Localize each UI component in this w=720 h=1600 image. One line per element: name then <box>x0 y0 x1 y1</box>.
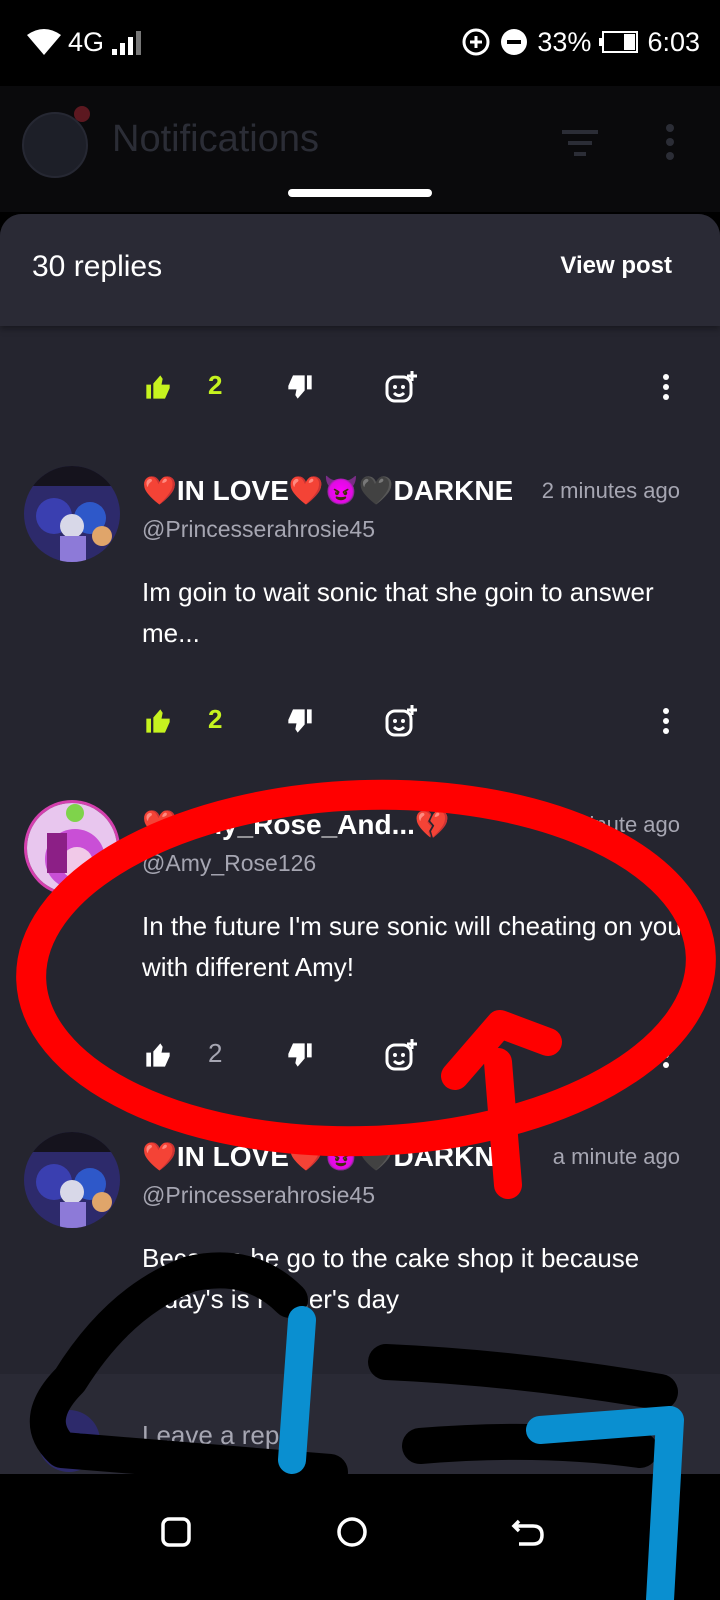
reply-input[interactable] <box>142 1410 562 1460</box>
dnd-icon <box>501 29 528 55</box>
comment-actions: 2 <box>0 362 720 412</box>
like-count: 2 <box>208 704 223 734</box>
react-button[interactable] <box>384 696 418 746</box>
status-right: 33% 6:03 <box>461 24 700 60</box>
back-icon <box>511 1519 544 1546</box>
thumbs-up-icon <box>146 709 170 733</box>
like-count: 2 <box>208 370 223 400</box>
replies-count: 30 replies <box>32 250 163 283</box>
comment-author[interactable]: ❤️Amy_Rose_And...💔 <box>142 804 512 844</box>
thumbs-down-icon <box>288 1043 312 1067</box>
recents-icon <box>161 1517 191 1547</box>
data-saver-icon <box>462 28 490 56</box>
like-button[interactable] <box>144 696 172 746</box>
comment-time: 2 minutes ago <box>541 478 680 503</box>
react-button[interactable] <box>384 1030 418 1080</box>
replies-sheet: 30 replies View post 2 ❤️IN LOVE❤️😈🖤DARK… <box>0 214 720 1504</box>
more-vertical-icon <box>663 708 669 734</box>
comment-time: a minute ago <box>552 812 680 837</box>
avatar[interactable] <box>24 1132 120 1228</box>
avatar <box>38 1410 100 1472</box>
clock: 6:03 <box>647 27 700 57</box>
react-button[interactable] <box>384 362 418 412</box>
avatar[interactable] <box>24 466 120 562</box>
comment-handle[interactable]: @Princesserahrosie45 <box>142 1182 375 1209</box>
view-post-button[interactable]: View post <box>560 252 672 280</box>
recents-button[interactable] <box>146 1502 206 1562</box>
comment-actions: 2 <box>0 1030 720 1080</box>
dislike-button[interactable] <box>286 696 314 746</box>
thumbs-up-icon <box>146 1043 170 1067</box>
avatar-image <box>27 803 117 893</box>
comment-author[interactable]: ❤️IN LOVE❤️😈🖤DARKNESS <box>142 470 512 510</box>
network-type: 4G <box>68 27 105 57</box>
comment-text: In the future I'm sure sonic will cheati… <box>142 911 682 982</box>
more-vertical-icon[interactable] <box>664 122 676 162</box>
avatar-image <box>24 466 120 562</box>
notifications-title: Notifications <box>112 118 319 160</box>
status-bar: 4G 33% 6:03 <box>0 0 720 86</box>
thumbs-down-icon <box>288 709 312 733</box>
home-icon <box>337 1517 367 1547</box>
comment-time: a minute ago <box>552 1144 680 1169</box>
thumbs-up-icon <box>146 375 170 399</box>
like-button[interactable] <box>144 362 172 412</box>
add-emoji-icon <box>385 705 417 737</box>
back-button[interactable] <box>498 1502 558 1562</box>
home-button[interactable] <box>322 1502 382 1562</box>
add-emoji-icon <box>385 371 417 403</box>
comment-author[interactable]: ❤️IN LOVE❤️😈🖤DARKNESS <box>142 1136 512 1176</box>
signal-icon <box>112 31 142 55</box>
comment-text: Im goin to wait sonic that she goin to a… <box>142 577 654 648</box>
battery-icon <box>599 31 639 53</box>
comment-actions: 2 <box>0 696 720 746</box>
like-count: 2 <box>208 1038 223 1068</box>
battery-percent: 33% <box>537 27 592 57</box>
comment-handle[interactable]: @Amy_Rose126 <box>142 850 316 877</box>
avatar-image <box>24 1132 120 1228</box>
avatar-image <box>38 1410 100 1472</box>
sheet-header: 30 replies View post <box>0 214 720 326</box>
more-button[interactable] <box>660 1030 672 1080</box>
more-vertical-icon <box>663 374 669 400</box>
notification-dot <box>74 106 90 122</box>
dislike-button[interactable] <box>286 1030 314 1080</box>
sheet-drag-handle[interactable] <box>288 189 432 197</box>
status-left: 4G <box>26 24 146 60</box>
like-button[interactable] <box>144 1030 172 1080</box>
filter-icon[interactable] <box>560 128 600 158</box>
comment-text: Because he go to the cake shop it becaus… <box>142 1243 640 1314</box>
more-vertical-icon <box>663 1042 669 1068</box>
more-button[interactable] <box>660 696 672 746</box>
dislike-button[interactable] <box>286 362 314 412</box>
comment-item: ❤️IN LOVE❤️😈🖤DARKNESS a minute ago @Prin… <box>0 1132 720 1372</box>
thumbs-down-icon <box>288 375 312 399</box>
more-button[interactable] <box>660 362 672 412</box>
profile-avatar[interactable] <box>22 112 88 178</box>
add-emoji-icon <box>385 1039 417 1071</box>
wifi-icon <box>27 29 61 55</box>
comment-handle[interactable]: @Princesserahrosie45 <box>142 516 375 543</box>
system-navigation-bar <box>0 1474 720 1600</box>
avatar[interactable] <box>24 800 120 896</box>
